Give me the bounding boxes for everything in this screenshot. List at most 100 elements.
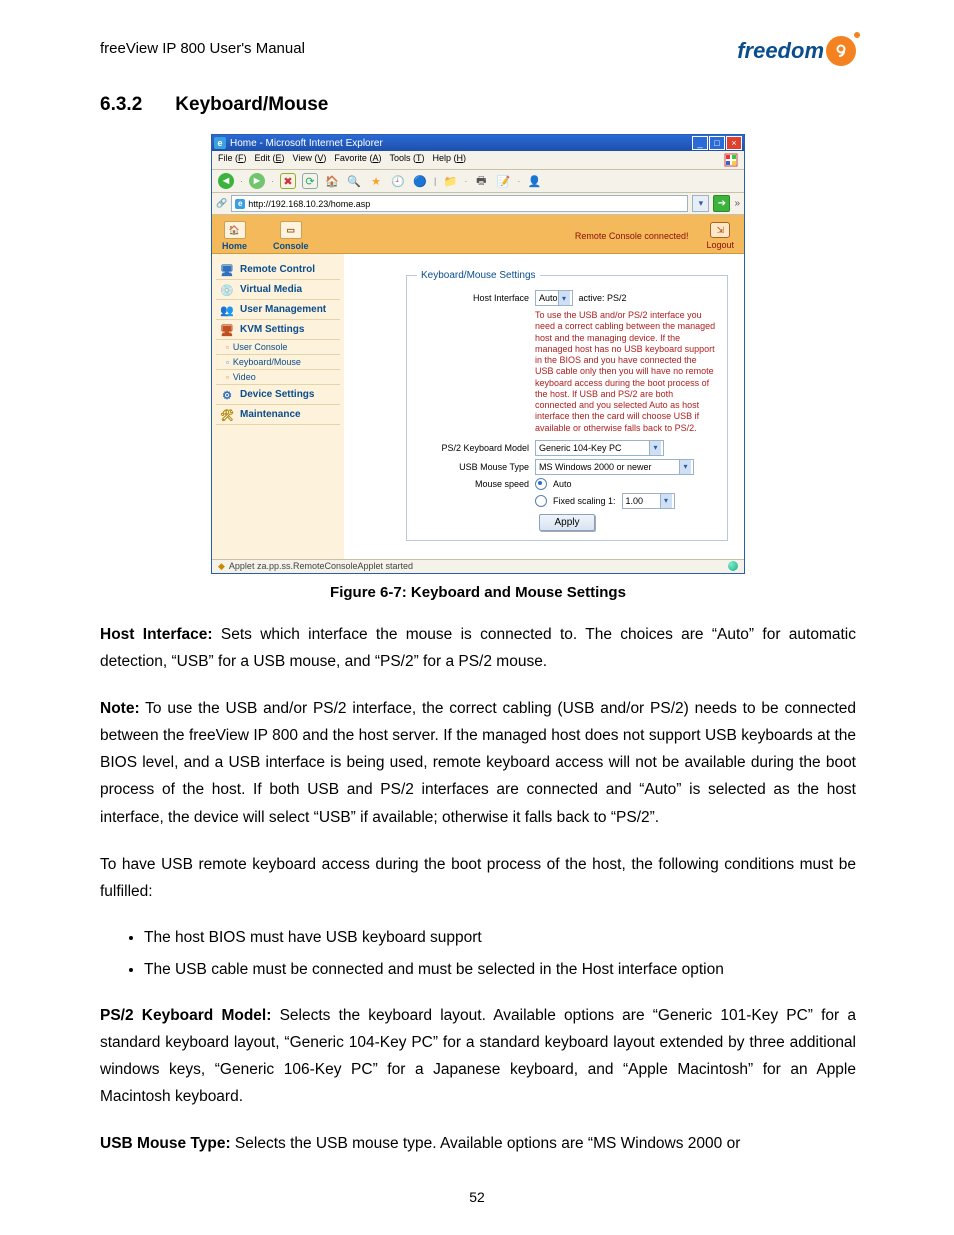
search-button[interactable]: 🔍	[346, 173, 362, 189]
host-interface-select[interactable]: Auto	[535, 290, 573, 306]
sidebar: 🖥 Remote Control 💿 Virtual Media 👥 User …	[212, 254, 344, 559]
menu-bar: File (F) Edit (E) View (V) Favorite (A) …	[212, 151, 744, 170]
address-bar: 🔗 e http://192.168.10.23/home.asp ▾ ➔ »	[212, 193, 744, 215]
window-maximize-button[interactable]: □	[709, 136, 725, 150]
page-number: 52	[0, 1189, 954, 1205]
home-button[interactable]: 🏠	[324, 173, 340, 189]
links-toggle[interactable]: »	[734, 198, 740, 209]
logout-icon: ⇲	[710, 222, 730, 238]
apply-button[interactable]: Apply	[539, 514, 594, 531]
stop-button[interactable]: ✖	[280, 173, 296, 189]
mouse-speed-auto-radio[interactable]	[535, 478, 547, 490]
menu-favorites[interactable]: Favorite (A)	[334, 153, 381, 167]
browser-toolbar: ◄· ►· ✖ ⟳ 🏠 🔍 ★ 🕘 🔵 | 📁· 🖶 📝· 👤	[212, 170, 744, 193]
ps2-keyboard-model-label: PS/2 Keyboard Model	[417, 443, 529, 453]
list-item: The host BIOS must have USB keyboard sup…	[144, 925, 856, 951]
ie-icon: e	[214, 137, 226, 149]
host-interface-hint: To use the USB and/or PS/2 interface you…	[535, 310, 717, 434]
app-tab-console[interactable]: ▭ Console	[273, 221, 309, 251]
menu-view[interactable]: View (V)	[293, 153, 327, 167]
content-pane: Keyboard/Mouse Settings Host Interface A…	[344, 254, 744, 559]
page-icon: e	[235, 199, 245, 209]
print-button[interactable]: 🖶	[473, 173, 489, 189]
menu-file[interactable]: File (F)	[218, 153, 247, 167]
address-label: 🔗	[216, 198, 227, 209]
forward-button[interactable]: ►	[249, 173, 265, 189]
brand-logo-text: freedom	[737, 38, 824, 64]
brand-logo-icon	[826, 36, 856, 66]
sidebar-item-remote-control[interactable]: 🖥 Remote Control	[216, 260, 340, 280]
conditions-list: The host BIOS must have USB keyboard sup…	[100, 925, 856, 984]
favorites-button[interactable]: ★	[368, 173, 384, 189]
sidebar-item-user-management[interactable]: 👥 User Management	[216, 300, 340, 320]
virtual-media-icon: 💿	[220, 283, 234, 297]
maintenance-icon: 🛠	[220, 408, 234, 422]
figure-caption: Figure 6-7: Keyboard and Mouse Settings	[100, 584, 856, 601]
menu-edit[interactable]: Edit (E)	[255, 153, 285, 167]
app-header: 🏠 Home ▭ Console Remote Console connecte…	[212, 215, 744, 254]
mouse-speed-fixed-radio[interactable]	[535, 495, 547, 507]
section-title: Keyboard/Mouse	[175, 94, 328, 115]
window-title: Home - Microsoft Internet Explorer	[230, 138, 383, 149]
menu-tools[interactable]: Tools (T)	[389, 153, 424, 167]
back-button[interactable]: ◄	[218, 173, 234, 189]
user-management-icon: 👥	[220, 303, 234, 317]
host-interface-active: active: PS/2	[579, 293, 627, 303]
console-icon: ▭	[280, 221, 302, 239]
list-item: The USB cable must be connected and must…	[144, 957, 856, 983]
app-tab-home[interactable]: 🏠 Home	[222, 221, 247, 251]
sidebar-item-device-settings[interactable]: ⚙ Device Settings	[216, 385, 340, 405]
host-interface-label: Host Interface	[417, 293, 529, 303]
paragraph-host-interface: Host Interface: Sets which interface the…	[100, 621, 856, 675]
history-button[interactable]: 🕘	[390, 173, 406, 189]
mouse-speed-fixed-select[interactable]: 1.00	[622, 493, 675, 509]
edit-button[interactable]: 📝	[495, 173, 511, 189]
home-icon: 🏠	[224, 221, 246, 239]
paragraph-note: Note: To use the USB and/or PS/2 interfa…	[100, 695, 856, 831]
ie-logo-icon	[724, 153, 738, 167]
sidebar-sub-user-console[interactable]: User Console	[216, 340, 340, 355]
menu-help[interactable]: Help (H)	[432, 153, 466, 167]
mouse-speed-fixed-label: Fixed scaling 1:	[553, 496, 616, 506]
remote-control-icon: 🖥	[220, 263, 234, 277]
kvm-settings-icon: 🖥	[220, 323, 234, 337]
sidebar-item-kvm-settings[interactable]: 🖥 KVM Settings	[216, 320, 340, 340]
device-settings-icon: ⚙	[220, 388, 234, 402]
browser-status-bar: ◆ Applet za.pp.ss.RemoteConsoleApplet st…	[212, 559, 744, 573]
section-heading: 6.3.2 Keyboard/Mouse	[100, 94, 856, 116]
mouse-speed-label: Mouse speed	[417, 479, 529, 489]
address-url: http://192.168.10.23/home.asp	[248, 199, 370, 209]
paragraph-usb-mouse-type: USB Mouse Type: Selects the USB mouse ty…	[100, 1130, 856, 1157]
screenshot-browser-window: e Home - Microsoft Internet Explorer _ □…	[211, 134, 745, 574]
sidebar-sub-video[interactable]: Video	[216, 370, 340, 385]
sidebar-sub-keyboard-mouse[interactable]: Keyboard/Mouse	[216, 355, 340, 370]
sidebar-item-maintenance[interactable]: 🛠 Maintenance	[216, 405, 340, 425]
section-number: 6.3.2	[100, 94, 170, 116]
brand-logo: freedom	[737, 36, 856, 66]
paragraph-conditions-intro: To have USB remote keyboard access durin…	[100, 851, 856, 905]
address-dropdown[interactable]: ▾	[692, 195, 709, 212]
window-close-button[interactable]: ×	[726, 136, 742, 150]
usb-mouse-type-label: USB Mouse Type	[417, 462, 529, 472]
messenger-button[interactable]: 👤	[526, 173, 542, 189]
fieldset-legend: Keyboard/Mouse Settings	[417, 270, 540, 281]
refresh-button[interactable]: ⟳	[302, 173, 318, 189]
internet-zone-icon	[728, 561, 738, 571]
keyboard-mouse-settings-group: Keyboard/Mouse Settings Host Interface A…	[406, 270, 728, 541]
media-button[interactable]: 🔵	[412, 173, 428, 189]
doc-title: freeView IP 800 User's Manual	[100, 40, 305, 57]
window-minimize-button[interactable]: _	[692, 136, 708, 150]
ps2-keyboard-model-select[interactable]: Generic 104-Key PC	[535, 440, 664, 456]
applet-icon: ◆	[218, 561, 225, 572]
address-input[interactable]: e http://192.168.10.23/home.asp	[231, 195, 688, 212]
sidebar-item-virtual-media[interactable]: 💿 Virtual Media	[216, 280, 340, 300]
status-text: Applet za.pp.ss.RemoteConsoleApplet star…	[229, 561, 413, 571]
usb-mouse-type-select[interactable]: MS Windows 2000 or newer	[535, 459, 694, 475]
mail-button[interactable]: 📁	[442, 173, 458, 189]
remote-console-status: Remote Console connected!	[575, 231, 689, 241]
window-titlebar: e Home - Microsoft Internet Explorer _ □…	[212, 135, 744, 151]
go-button[interactable]: ➔	[713, 195, 730, 212]
mouse-speed-auto-label: Auto	[553, 479, 572, 489]
logout-button[interactable]: ⇲ Logout	[706, 222, 734, 250]
paragraph-ps2-model: PS/2 Keyboard Model: Selects the keyboar…	[100, 1002, 856, 1111]
